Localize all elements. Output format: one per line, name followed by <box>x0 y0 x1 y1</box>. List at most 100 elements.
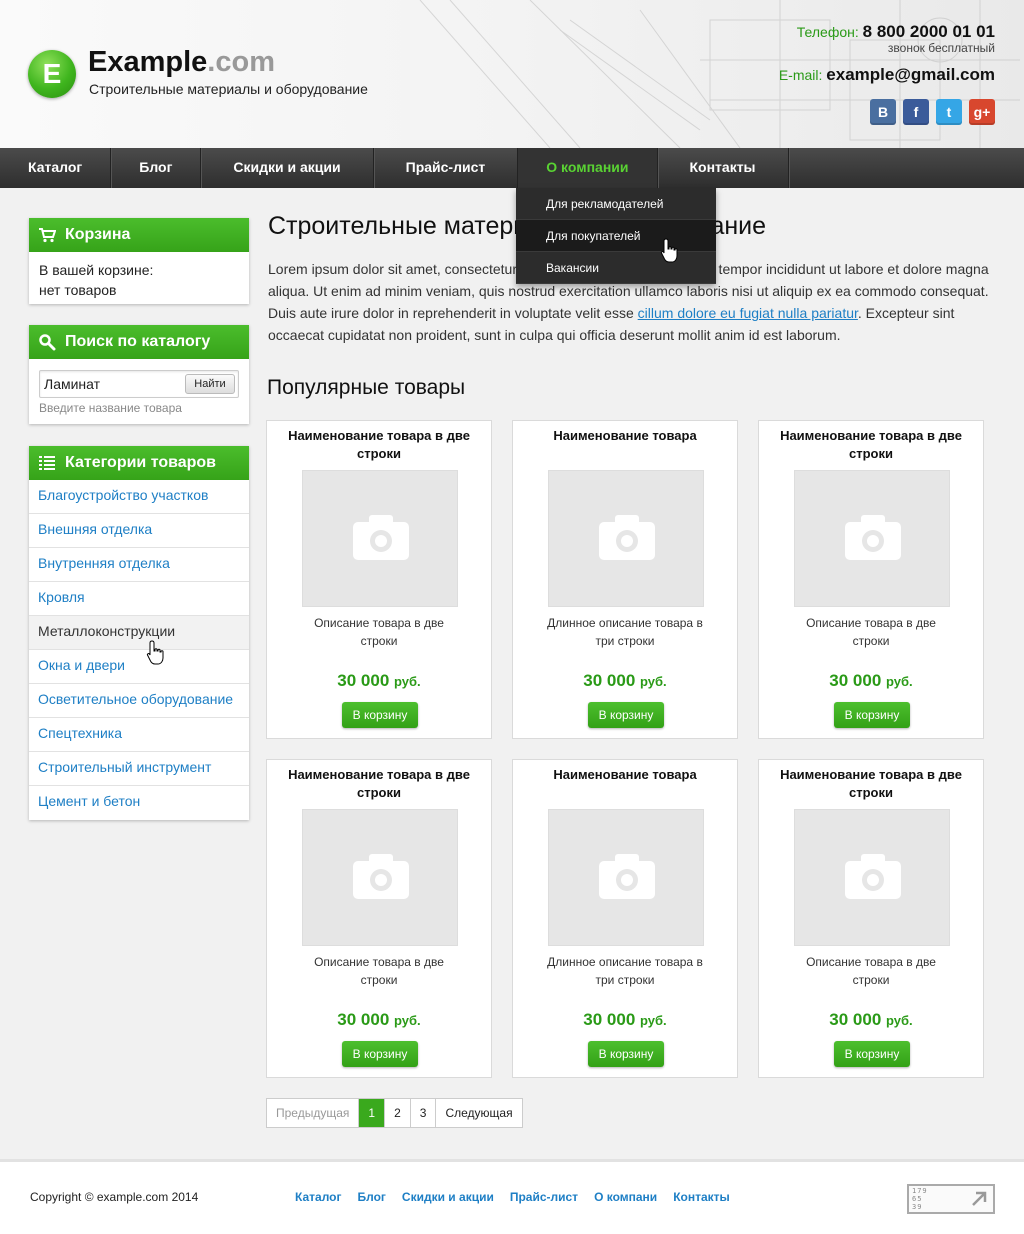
phone-label: Телефон: <box>796 24 859 40</box>
pagination-page-3[interactable]: 3 <box>411 1099 437 1127</box>
search-input[interactable] <box>40 371 180 397</box>
footer-link-about[interactable]: О компани <box>594 1190 657 1204</box>
dropdown-item-vacancies[interactable]: Вакансии <box>516 252 716 284</box>
product-image[interactable] <box>302 470 458 607</box>
product-card[interactable]: Наименование товара Длинное описание тов… <box>512 759 738 1078</box>
category-exterior-finishing[interactable]: Внешняя отделка <box>29 514 249 548</box>
phone-note: звонок бесплатный <box>887 41 995 55</box>
site-name-main: Example <box>88 46 208 78</box>
product-image[interactable] <box>548 809 704 946</box>
counter-arrow-icon <box>972 1191 987 1206</box>
site-name[interactable]: Example.com <box>88 44 275 80</box>
visitor-counter[interactable]: 179 65 39 <box>907 1184 995 1214</box>
nav-item-discounts[interactable]: Скидки и акции <box>201 148 374 188</box>
categories-header: Категории товаров <box>29 446 249 480</box>
product-name[interactable]: Наименование товара в две строки <box>267 427 491 463</box>
pagination-prev[interactable]: Предыдущая <box>267 1099 360 1127</box>
camera-icon <box>599 854 655 899</box>
product-image[interactable] <box>794 809 950 946</box>
email-link[interactable]: example@gmail.com <box>826 65 995 84</box>
product-name[interactable]: Наименование товара в две строки <box>759 766 983 802</box>
nav-item-blog[interactable]: Блог <box>111 148 202 188</box>
cart-status-value: нет товаров <box>39 282 117 298</box>
product-card[interactable]: Наименование товара в две строки Описани… <box>266 420 492 739</box>
cart-status-label: В вашей корзине: <box>39 262 154 278</box>
footer-link-discounts[interactable]: Скидки и акции <box>402 1190 494 1204</box>
product-price: 30 000 руб. <box>513 671 737 691</box>
product-card[interactable]: Наименование товара в две строки Описани… <box>266 759 492 1078</box>
copyright: Copyright © example.com 2014 <box>30 1190 199 1204</box>
nav-item-about[interactable]: О компании <box>518 148 658 188</box>
category-metal-structures[interactable]: Металлоконструкции <box>29 616 249 650</box>
search-header: Поиск по каталогу <box>29 325 249 359</box>
category-roofing[interactable]: Кровля <box>29 582 249 616</box>
dropdown-item-advertisers[interactable]: Для рекламодателей <box>516 188 716 220</box>
category-landscaping[interactable]: Благоустройство участков <box>29 480 249 514</box>
add-to-cart-button[interactable]: В корзину <box>588 702 664 728</box>
category-lighting[interactable]: Осветительное оборудование <box>29 684 249 718</box>
nav-item-contacts[interactable]: Контакты <box>658 148 789 188</box>
footer-link-contacts[interactable]: Контакты <box>673 1190 730 1204</box>
add-to-cart-button[interactable]: В корзину <box>342 702 418 728</box>
google-plus-icon[interactable]: g+ <box>969 99 995 125</box>
site-name-tld: .com <box>207 46 275 78</box>
add-to-cart-button[interactable]: В корзину <box>342 1041 418 1067</box>
pagination-page-2[interactable]: 2 <box>385 1099 411 1127</box>
product-image[interactable] <box>548 470 704 607</box>
logo-icon[interactable]: E <box>28 50 76 98</box>
category-interior-finishing[interactable]: Внутренняя отделка <box>29 548 249 582</box>
product-card[interactable]: Наименование товара в две строки Описани… <box>758 420 984 739</box>
site-footer: Copyright © example.com 2014 Каталог Бло… <box>0 1159 1024 1234</box>
price-currency: руб. <box>886 1013 913 1028</box>
search-button[interactable]: Найти <box>185 374 235 394</box>
camera-icon <box>353 515 409 560</box>
product-image[interactable] <box>794 470 950 607</box>
dropdown-item-buyers[interactable]: Для покупателей <box>516 220 716 252</box>
search-hint: Введите название товара <box>39 401 182 415</box>
product-image[interactable] <box>302 809 458 946</box>
counter-value-2: 65 <box>912 1195 923 1203</box>
price-currency: руб. <box>394 1013 421 1028</box>
category-special-machinery[interactable]: Спецтехника <box>29 718 249 752</box>
product-description: Описание товара в две строки <box>314 616 444 648</box>
site-header: E Example.com Строительные материалы и о… <box>0 0 1024 148</box>
vk-icon[interactable]: B <box>870 99 896 125</box>
intro-link[interactable]: cillum dolore eu fugiat nulla pariatur <box>638 305 858 321</box>
twitter-icon[interactable]: t <box>936 99 962 125</box>
phone-contact: Телефон: 8 800 2000 01 01 <box>797 22 995 42</box>
camera-icon <box>353 854 409 899</box>
price-value: 30 000 <box>829 671 882 690</box>
price-value: 30 000 <box>337 671 390 690</box>
add-to-cart-button[interactable]: В корзину <box>834 1041 910 1067</box>
product-name[interactable]: Наименование товара <box>513 766 737 784</box>
product-name[interactable]: Наименование товара в две строки <box>759 427 983 463</box>
product-price: 30 000 руб. <box>267 1010 491 1030</box>
camera-icon <box>845 854 901 899</box>
footer-link-price-list[interactable]: Прайс-лист <box>510 1190 578 1204</box>
main-nav: Каталог Блог Скидки и акции Прайс-лист О… <box>0 148 1024 188</box>
footer-link-catalog[interactable]: Каталог <box>295 1190 342 1204</box>
categories-list: Благоустройство участков Внешняя отделка… <box>29 480 249 820</box>
product-card[interactable]: Наименование товара в две строки Описани… <box>758 759 984 1078</box>
add-to-cart-button[interactable]: В корзину <box>588 1041 664 1067</box>
footer-nav: Каталог Блог Скидки и акции Прайс-лист О… <box>295 1190 730 1204</box>
add-to-cart-button[interactable]: В корзину <box>834 702 910 728</box>
category-construction-tools[interactable]: Строительный инструмент <box>29 752 249 786</box>
category-cement-concrete[interactable]: Цемент и бетон <box>29 786 249 820</box>
pagination-page-1[interactable]: 1 <box>359 1099 386 1127</box>
pagination-next[interactable]: Следующая <box>436 1099 521 1127</box>
price-value: 30 000 <box>829 1010 882 1029</box>
product-card[interactable]: Наименование товара Длинное описание тов… <box>512 420 738 739</box>
nav-item-catalog[interactable]: Каталог <box>0 148 112 188</box>
counter-value-3: 39 <box>912 1203 923 1211</box>
category-windows-doors[interactable]: Окна и двери <box>29 650 249 684</box>
nav-item-price-list[interactable]: Прайс-лист <box>374 148 519 188</box>
product-name[interactable]: Наименование товара в две строки <box>267 766 491 802</box>
price-currency: руб. <box>886 674 913 689</box>
product-name[interactable]: Наименование товара <box>513 427 737 445</box>
facebook-icon[interactable]: f <box>903 99 929 125</box>
cart-content: В вашей корзине: нет товаров <box>29 252 249 308</box>
footer-link-blog[interactable]: Блог <box>358 1190 386 1204</box>
camera-icon <box>845 515 901 560</box>
search-form: Найти Введите название товара <box>29 359 249 423</box>
